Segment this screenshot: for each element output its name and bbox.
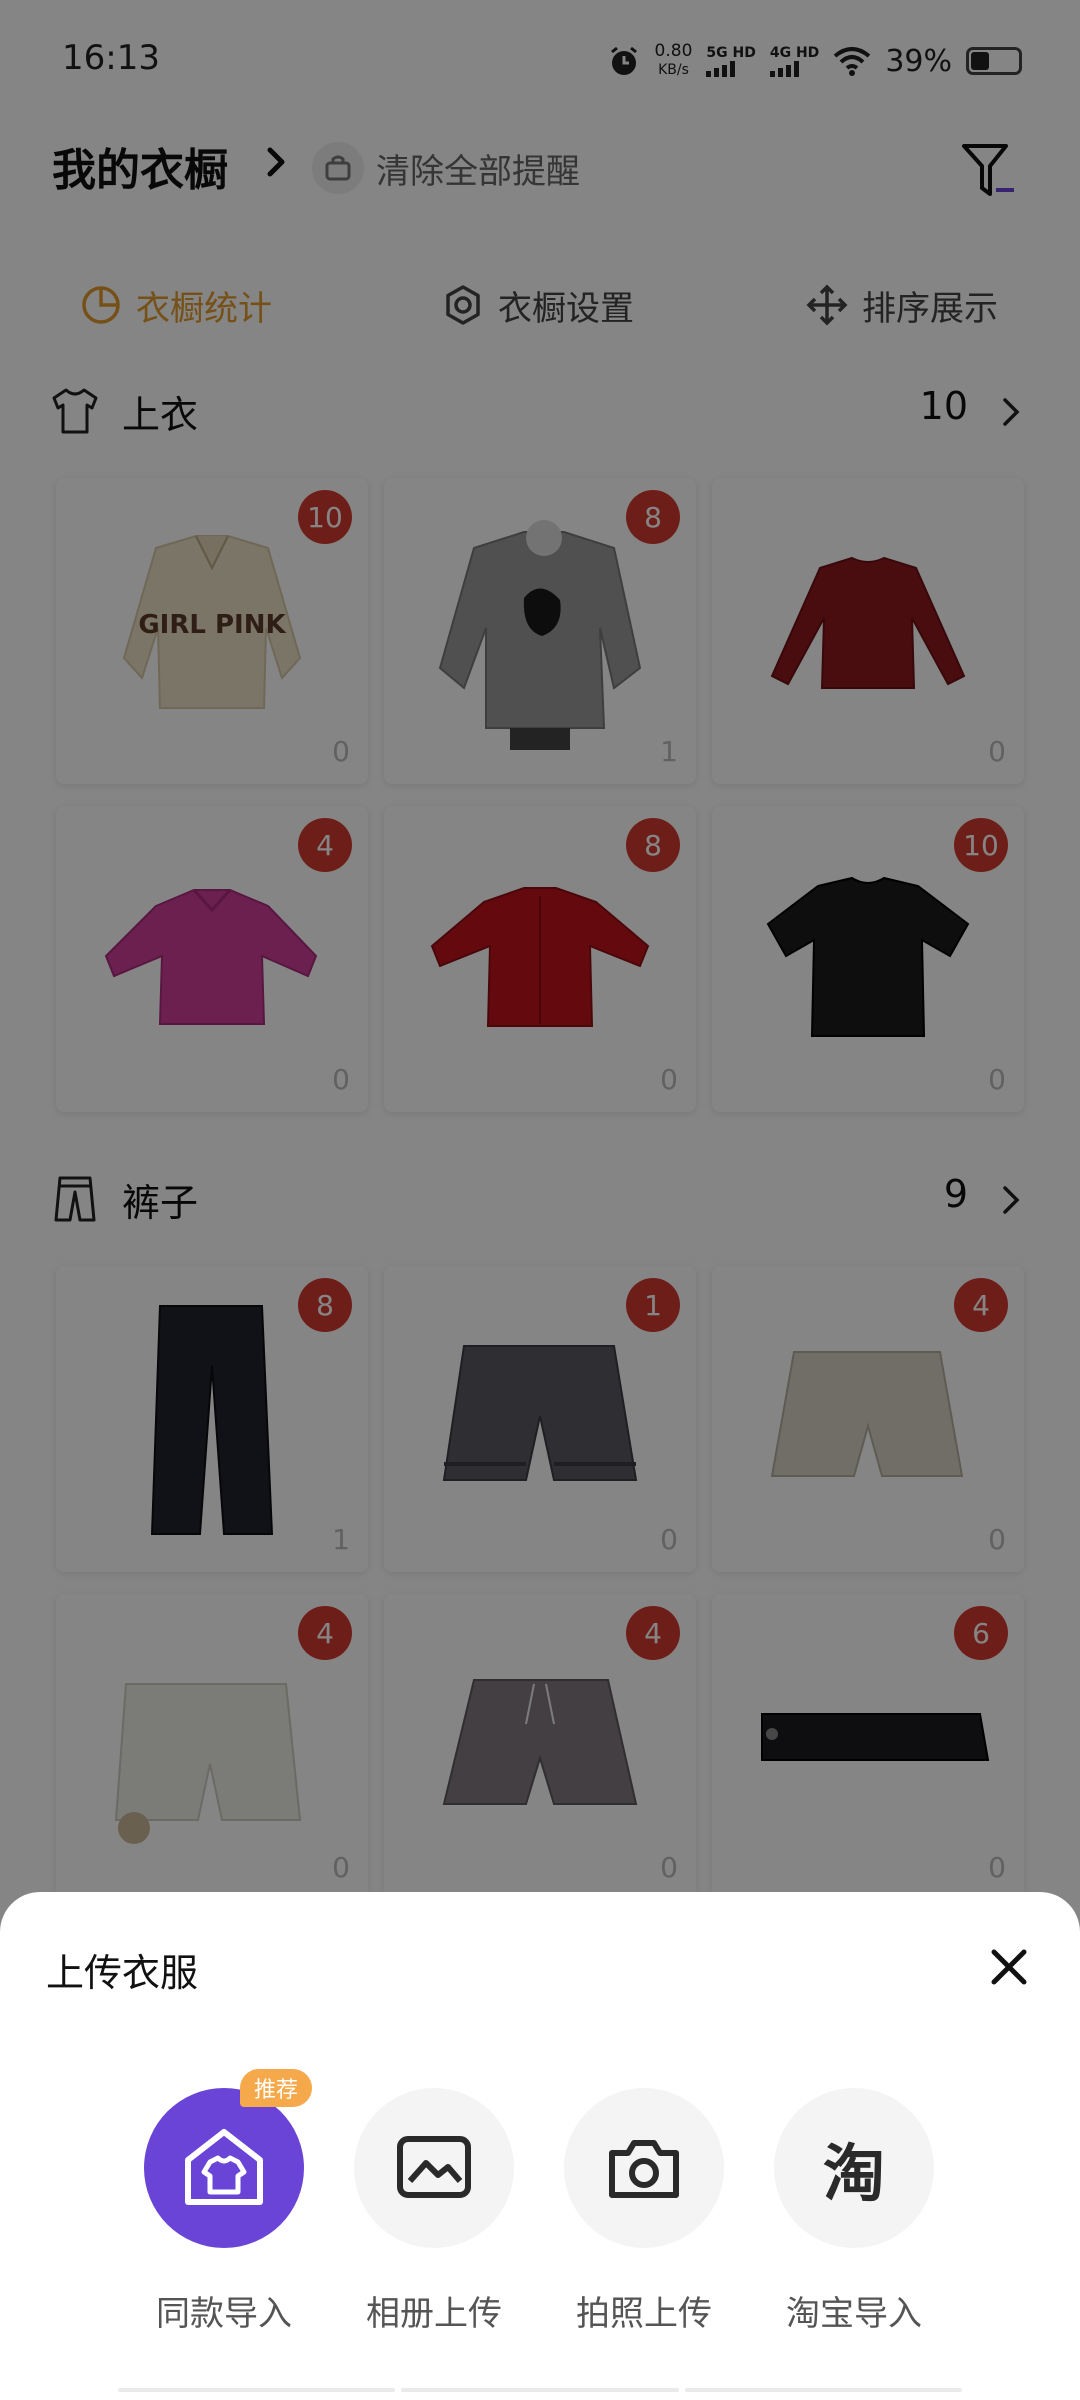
same-style-import-button[interactable]: 同款导入: [140, 2088, 308, 2348]
close-icon[interactable]: [986, 1944, 1032, 1990]
option-label: 拍照上传: [576, 2294, 712, 2334]
wardrobe-page: 16:13 0.80 KB/s 5G HD 4G HD 39% 我的衣橱 清除全…: [0, 0, 1080, 2400]
camera-upload-button[interactable]: 拍照上传: [560, 2088, 728, 2348]
camera-icon: [564, 2088, 724, 2248]
taobao-import-button[interactable]: 淘 淘宝导入: [770, 2088, 938, 2348]
option-label: 同款导入: [156, 2294, 292, 2334]
taobao-glyph: 淘: [822, 2137, 885, 2210]
option-label: 相册上传: [366, 2294, 502, 2334]
taobao-icon: 淘: [774, 2088, 934, 2248]
album-upload-button[interactable]: 相册上传: [350, 2088, 518, 2348]
photo-album-icon: [354, 2088, 514, 2248]
sheet-title: 上传衣服: [46, 1951, 199, 1995]
wardrobe-import-icon: [144, 2088, 304, 2248]
option-label: 淘宝导入: [786, 2294, 922, 2334]
upload-clothes-sheet: 上传衣服 同款导入 推荐 相册上传 拍照上传 淘 淘宝导入: [0, 1892, 1080, 2400]
sheet-divider: [118, 2388, 962, 2394]
recommend-tag: 推荐: [240, 2069, 313, 2107]
